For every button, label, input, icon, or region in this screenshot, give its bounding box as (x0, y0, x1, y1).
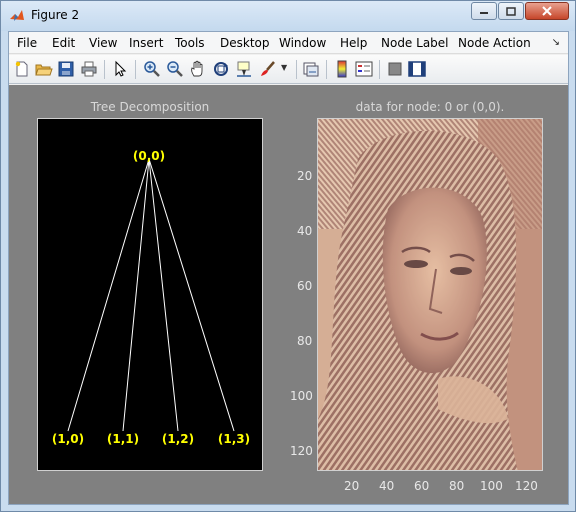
rotate-3d-icon[interactable] (212, 60, 230, 78)
menu-desktop[interactable]: Desktop (220, 36, 270, 50)
window-controls (470, 2, 569, 20)
tree-edge (148, 158, 179, 432)
menu-tools[interactable]: Tools (175, 36, 205, 50)
menu-bar: File Edit View Insert Tools Desktop Wind… (9, 32, 568, 54)
save-icon[interactable] (57, 60, 75, 78)
y-tick-label: 100 (290, 389, 313, 403)
edit-plot-arrow-icon[interactable] (111, 60, 129, 78)
matlab-icon (10, 10, 24, 21)
insert-legend-icon[interactable] (355, 60, 373, 78)
menu-node-label[interactable]: Node Label (381, 36, 449, 50)
menu-edit[interactable]: Edit (52, 36, 75, 50)
zoom-out-icon[interactable] (166, 60, 184, 78)
tree-node-1-1[interactable]: (1,1) (107, 432, 139, 446)
brush-icon[interactable] (259, 60, 277, 78)
figure-window: Figure 2 File Edit View Insert Tools Des… (0, 0, 576, 512)
menu-node-action[interactable]: Node Action (458, 36, 531, 50)
print-icon[interactable] (80, 60, 98, 78)
toolbar-separator (135, 60, 136, 79)
open-file-icon[interactable] (35, 60, 53, 78)
y-tick-label: 60 (297, 279, 313, 293)
toolbar-separator (379, 60, 380, 79)
y-tick-label: 120 (290, 444, 313, 458)
node-image (318, 119, 542, 470)
menu-window[interactable]: Window (279, 36, 326, 50)
image-axes[interactable] (317, 118, 543, 471)
y-tick-label: 80 (297, 334, 313, 348)
y-tick-label: 20 (297, 169, 313, 183)
toolbar-separator (296, 60, 297, 79)
menu-insert[interactable]: Insert (129, 36, 163, 50)
x-tick-label: 120 (515, 479, 538, 493)
image-panel-title: data for node: 0 or (0,0). (355, 100, 505, 114)
figure-toolbar: ▼ (9, 55, 568, 84)
maximize-button[interactable] (498, 2, 524, 20)
tree-node-1-2[interactable]: (1,2) (162, 432, 194, 446)
tree-edge (122, 158, 150, 432)
window-title: Figure 2 (31, 8, 80, 22)
zoom-in-icon[interactable] (143, 60, 161, 78)
tree-node-1-0[interactable]: (1,0) (52, 432, 84, 446)
tree-edge (148, 158, 235, 432)
close-button[interactable] (525, 2, 569, 20)
hide-plot-tools-icon[interactable] (386, 60, 404, 78)
menu-overflow-arrow-icon[interactable]: ↘ (552, 37, 560, 48)
minimize-button[interactable] (471, 2, 497, 20)
maximize-icon (506, 6, 516, 16)
x-tick-label: 40 (379, 479, 395, 493)
x-tick-label: 80 (449, 479, 465, 493)
x-tick-label: 60 (414, 479, 430, 493)
menu-view[interactable]: View (89, 36, 117, 50)
tree-decomposition-axes[interactable]: (0,0) (1,0) (1,1) (1,2) (1,3) (37, 118, 263, 471)
insert-colorbar-icon[interactable] (333, 60, 351, 78)
x-tick-label: 20 (344, 479, 360, 493)
pan-hand-icon[interactable] (189, 60, 207, 78)
data-cursor-icon[interactable] (235, 60, 253, 78)
x-tick-label: 100 (480, 479, 503, 493)
close-icon (542, 6, 552, 16)
show-plot-tools-icon[interactable] (408, 60, 426, 78)
link-plot-icon[interactable] (302, 60, 320, 78)
title-bar[interactable]: Figure 2 (1, 1, 575, 31)
new-figure-icon[interactable] (13, 60, 31, 78)
figure-client-area: File Edit View Insert Tools Desktop Wind… (8, 31, 569, 505)
menu-help[interactable]: Help (340, 36, 367, 50)
tree-node-root[interactable]: (0,0) (133, 149, 165, 163)
toolbar-separator (104, 60, 105, 79)
minimize-icon (480, 12, 488, 14)
figure-canvas: Tree Decomposition (0,0) (1,0) (1,1) (1,… (9, 85, 568, 504)
toolbar-separator (326, 60, 327, 79)
y-tick-label: 40 (297, 224, 313, 238)
tree-edge (67, 158, 150, 432)
tree-node-1-3[interactable]: (1,3) (218, 432, 250, 446)
tree-panel-title: Tree Decomposition (90, 100, 210, 114)
menu-file[interactable]: File (17, 36, 37, 50)
tree-graph: (0,0) (1,0) (1,1) (1,2) (1,3) (52, 149, 250, 446)
